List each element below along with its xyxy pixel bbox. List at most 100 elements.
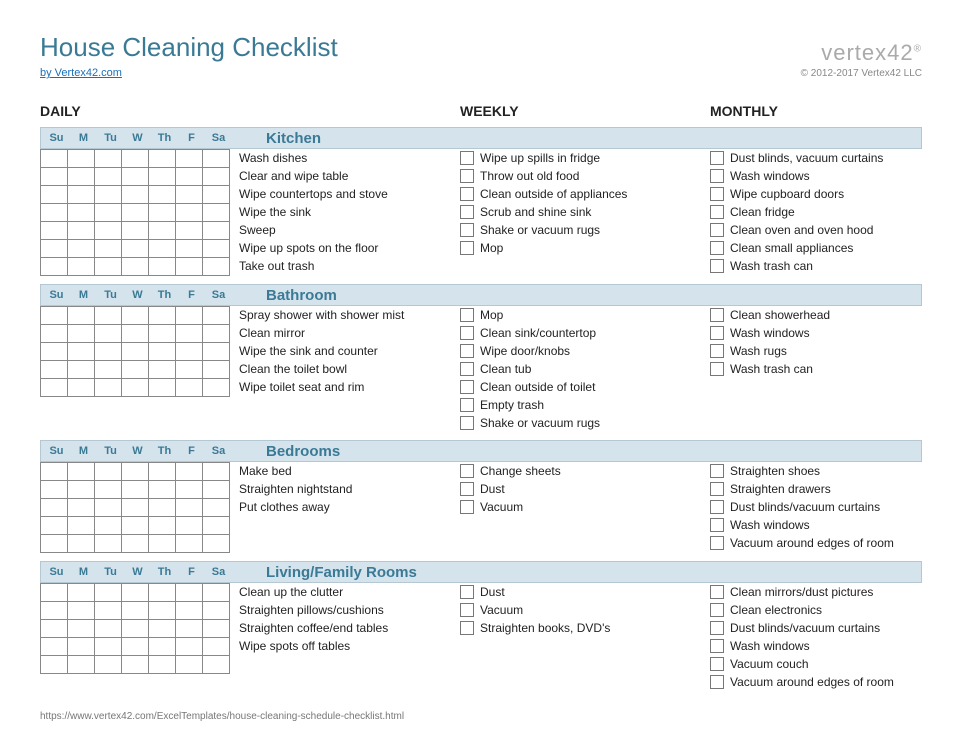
checkbox[interactable]: [710, 187, 724, 201]
daily-cell[interactable]: [68, 222, 95, 240]
daily-cell[interactable]: [149, 481, 176, 499]
checkbox[interactable]: [460, 362, 474, 376]
daily-cell[interactable]: [68, 638, 95, 656]
daily-cell[interactable]: [122, 186, 149, 204]
daily-cell[interactable]: [41, 602, 68, 620]
daily-cell[interactable]: [95, 584, 122, 602]
checkbox[interactable]: [710, 344, 724, 358]
daily-cell[interactable]: [176, 325, 203, 343]
daily-cell[interactable]: [68, 602, 95, 620]
checkbox[interactable]: [710, 657, 724, 671]
checkbox[interactable]: [710, 259, 724, 273]
daily-cell[interactable]: [68, 361, 95, 379]
checkbox[interactable]: [710, 675, 724, 689]
daily-cell[interactable]: [122, 463, 149, 481]
daily-cell[interactable]: [68, 343, 95, 361]
daily-cell[interactable]: [176, 517, 203, 535]
checkbox[interactable]: [710, 326, 724, 340]
daily-cell[interactable]: [176, 584, 203, 602]
checkbox[interactable]: [710, 621, 724, 635]
daily-cell[interactable]: [176, 379, 203, 397]
daily-cell[interactable]: [41, 343, 68, 361]
daily-cell[interactable]: [41, 307, 68, 325]
daily-cell[interactable]: [122, 204, 149, 222]
daily-cell[interactable]: [149, 307, 176, 325]
daily-cell[interactable]: [122, 168, 149, 186]
daily-cell[interactable]: [41, 463, 68, 481]
daily-cell[interactable]: [68, 481, 95, 499]
daily-cell[interactable]: [41, 638, 68, 656]
daily-cell[interactable]: [149, 638, 176, 656]
daily-cell[interactable]: [41, 204, 68, 222]
daily-cell[interactable]: [95, 535, 122, 553]
daily-cell[interactable]: [41, 240, 68, 258]
daily-cell[interactable]: [149, 204, 176, 222]
daily-cell[interactable]: [95, 186, 122, 204]
daily-cell[interactable]: [68, 517, 95, 535]
checkbox[interactable]: [710, 169, 724, 183]
checkbox[interactable]: [710, 603, 724, 617]
daily-cell[interactable]: [176, 258, 203, 276]
daily-cell[interactable]: [149, 499, 176, 517]
daily-cell[interactable]: [41, 517, 68, 535]
checkbox[interactable]: [460, 308, 474, 322]
daily-cell[interactable]: [203, 204, 230, 222]
daily-cell[interactable]: [176, 307, 203, 325]
daily-cell[interactable]: [122, 584, 149, 602]
daily-cell[interactable]: [149, 343, 176, 361]
checkbox[interactable]: [710, 518, 724, 532]
daily-cell[interactable]: [176, 240, 203, 258]
daily-cell[interactable]: [149, 379, 176, 397]
checkbox[interactable]: [460, 151, 474, 165]
daily-cell[interactable]: [203, 584, 230, 602]
daily-cell[interactable]: [203, 168, 230, 186]
daily-cell[interactable]: [122, 361, 149, 379]
daily-cell[interactable]: [41, 499, 68, 517]
checkbox[interactable]: [460, 621, 474, 635]
daily-cell[interactable]: [41, 620, 68, 638]
daily-cell[interactable]: [176, 186, 203, 204]
daily-cell[interactable]: [122, 638, 149, 656]
daily-cell[interactable]: [95, 481, 122, 499]
author-link[interactable]: by Vertex42.com: [40, 67, 122, 79]
checkbox[interactable]: [710, 223, 724, 237]
checkbox[interactable]: [710, 585, 724, 599]
checkbox[interactable]: [460, 169, 474, 183]
daily-cell[interactable]: [122, 240, 149, 258]
checkbox[interactable]: [710, 308, 724, 322]
daily-cell[interactable]: [68, 584, 95, 602]
checkbox[interactable]: [710, 362, 724, 376]
daily-cell[interactable]: [149, 535, 176, 553]
daily-cell[interactable]: [68, 150, 95, 168]
daily-cell[interactable]: [41, 481, 68, 499]
daily-cell[interactable]: [122, 481, 149, 499]
checkbox[interactable]: [710, 482, 724, 496]
daily-cell[interactable]: [176, 620, 203, 638]
daily-cell[interactable]: [149, 584, 176, 602]
daily-cell[interactable]: [149, 150, 176, 168]
daily-cell[interactable]: [95, 258, 122, 276]
daily-cell[interactable]: [68, 186, 95, 204]
daily-cell[interactable]: [122, 258, 149, 276]
daily-cell[interactable]: [68, 307, 95, 325]
daily-cell[interactable]: [176, 222, 203, 240]
daily-cell[interactable]: [203, 481, 230, 499]
daily-cell[interactable]: [149, 168, 176, 186]
daily-cell[interactable]: [68, 168, 95, 186]
daily-cell[interactable]: [176, 481, 203, 499]
daily-cell[interactable]: [41, 168, 68, 186]
daily-cell[interactable]: [41, 325, 68, 343]
daily-cell[interactable]: [122, 499, 149, 517]
daily-cell[interactable]: [122, 620, 149, 638]
daily-cell[interactable]: [203, 656, 230, 674]
daily-cell[interactable]: [95, 325, 122, 343]
daily-cell[interactable]: [95, 656, 122, 674]
daily-cell[interactable]: [176, 463, 203, 481]
daily-cell[interactable]: [122, 379, 149, 397]
daily-cell[interactable]: [95, 517, 122, 535]
checkbox[interactable]: [710, 464, 724, 478]
daily-cell[interactable]: [95, 240, 122, 258]
daily-cell[interactable]: [149, 222, 176, 240]
checkbox[interactable]: [710, 639, 724, 653]
daily-cell[interactable]: [41, 584, 68, 602]
